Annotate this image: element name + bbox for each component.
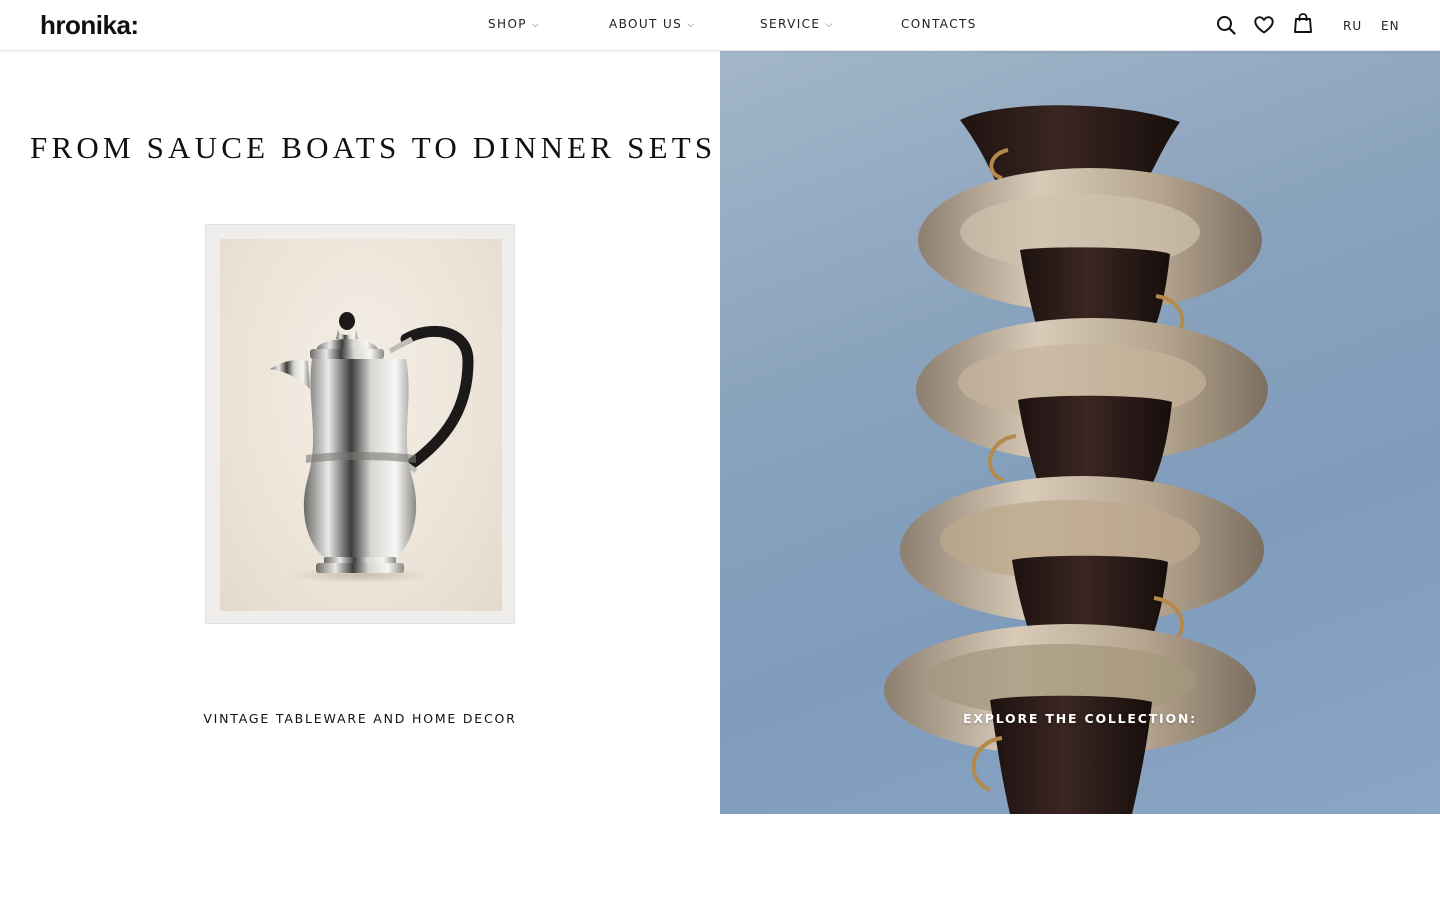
chevron-down-icon: ⌵ (825, 20, 834, 30)
nav-about-us-label: ABOUT US (609, 17, 683, 31)
product-image-frame[interactable] (205, 224, 515, 624)
search-icon[interactable] (1215, 14, 1237, 36)
vintage-tableware-link[interactable]: VINTAGE TABLEWARE AND HOME DECOR (0, 711, 720, 726)
stacked-cups-image[interactable] (720, 50, 1440, 814)
lang-ru[interactable]: RU (1343, 19, 1362, 33)
nav-shop[interactable]: SHOP ⌵ (488, 17, 540, 31)
lang-en[interactable]: EN (1381, 19, 1400, 33)
product-photo (220, 239, 502, 611)
heart-icon[interactable] (1253, 14, 1275, 36)
nav-service-label: SERVICE (760, 17, 821, 31)
hero-title: FROM SAUCE BOATS TO DINNER SETS (30, 130, 717, 165)
nav-contacts[interactable]: CONTACTS (901, 17, 977, 31)
shopping-bag-icon[interactable] (1292, 12, 1314, 34)
logo[interactable]: hronika: (40, 10, 139, 40)
nav-shop-label: SHOP (488, 17, 527, 31)
nav-about-us[interactable]: ABOUT US ⌵ (609, 17, 695, 31)
nav-contacts-label: CONTACTS (901, 17, 977, 31)
site-header: hronika: SHOP ⌵ ABOUT US ⌵ SERVICE ⌵ CONTAC… (0, 0, 1440, 51)
chevron-down-icon: ⌵ (531, 20, 541, 30)
nav-service[interactable]: SERVICE ⌵ (760, 17, 834, 31)
chevron-down-icon: ⌵ (687, 20, 696, 30)
silver-coffee-pot-image (270, 312, 474, 583)
stacked-cups-illustration (884, 105, 1268, 814)
explore-collection-link[interactable]: EXPLORE THE COLLECTION: (720, 711, 1440, 726)
